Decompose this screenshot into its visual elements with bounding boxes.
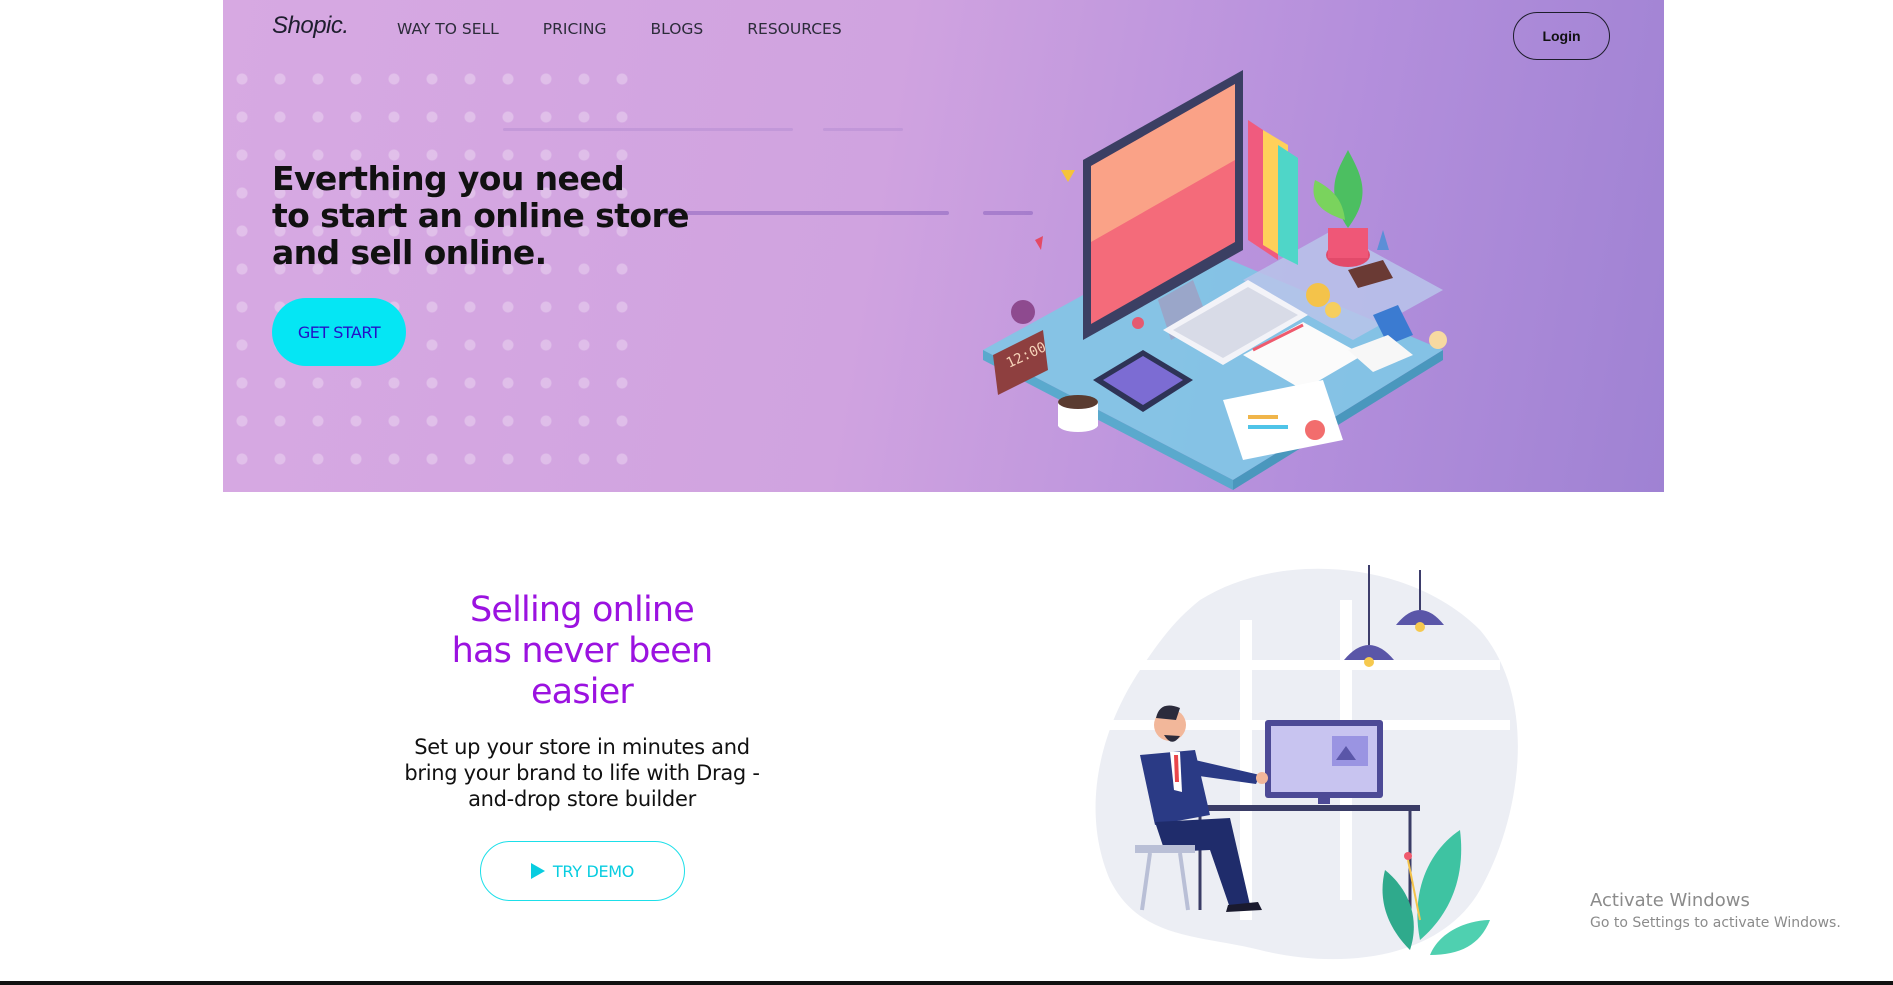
play-icon [530,863,545,879]
brand-logo[interactable]: Shopic. [272,12,349,40]
nav-way-to-sell[interactable]: WAY TO SELL [397,20,499,38]
section-desc-line: Set up your store in minutes and [414,735,750,759]
nav-resources[interactable]: RESOURCES [747,20,841,38]
decor-line [823,128,903,131]
main-nav: WAY TO SELL PRICING BLOGS RESOURCES [397,20,886,38]
hero-title-line: Everthing you need [272,159,625,198]
hero-title-line: to start an online store [272,196,690,235]
watermark-subtitle: Go to Settings to activate Windows. [1590,915,1841,931]
nav-pricing[interactable]: PRICING [543,20,607,38]
section-title-line: easier [530,672,634,712]
bottom-divider [0,981,1893,985]
nav-blogs[interactable]: BLOGS [650,20,703,38]
hero-title-line: and sell online. [272,233,547,272]
section-title: Selling online has never been easier [400,590,764,713]
watermark-title: Activate Windows [1590,890,1750,911]
decor-line [503,128,793,131]
workspace-illustration: 12:00 [983,70,1447,490]
get-start-button[interactable]: GET START [272,298,406,366]
section-description: Set up your store in minutes and bring y… [398,734,766,812]
section-title-line: has never been [451,631,714,671]
try-demo-button[interactable]: TRY DEMO [480,841,685,901]
hero-title: Everthing you need to start an online st… [272,160,692,271]
section-desc-line: and-drop store builder [468,787,696,811]
section-desc-line: bring your brand to life with Drag - [404,761,760,785]
activate-windows-watermark: Activate Windows Go to Settings to activ… [1590,890,1841,931]
login-button[interactable]: Login [1513,12,1610,60]
section-title-line: Selling online [469,590,695,630]
try-demo-label: TRY DEMO [552,861,635,881]
hero-banner: Shopic. WAY TO SELL PRICING BLOGS RESOUR… [223,0,1664,492]
office-illustration [1095,565,1518,960]
decor-line [659,211,949,215]
